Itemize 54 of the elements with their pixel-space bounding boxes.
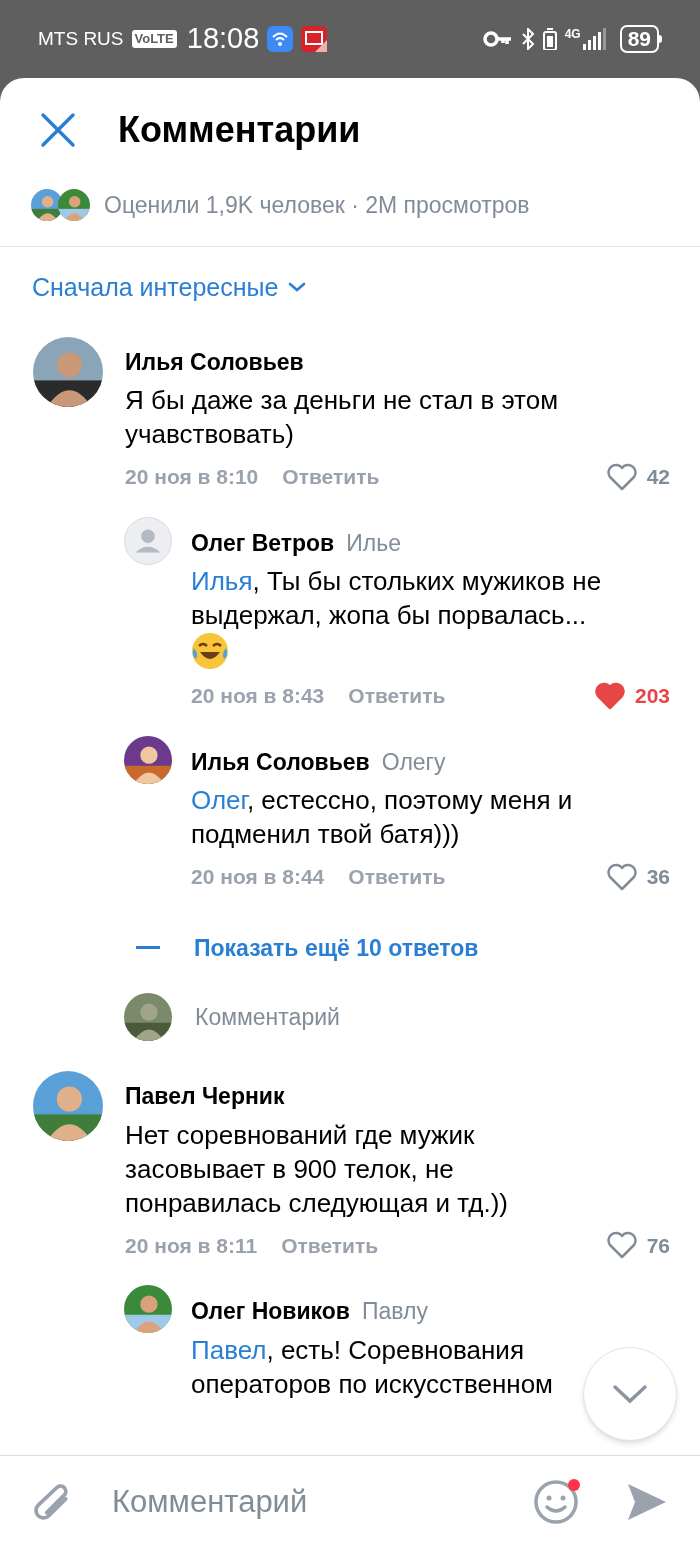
window-title: Комментарии [118, 108, 361, 152]
author-name[interactable]: Илья Соловьев [191, 744, 370, 779]
like-button[interactable]: 36 [606, 861, 670, 893]
reply-link[interactable]: Ответить [348, 861, 446, 893]
like-button[interactable]: 203 [594, 680, 670, 712]
comment-time: 20 ноя в 8:43 [191, 683, 325, 709]
avatar-icon [124, 516, 172, 565]
reply-to-name: Олегу [381, 747, 446, 777]
reply-to-name: Илье [346, 528, 401, 558]
close-button[interactable] [38, 110, 78, 150]
send-button[interactable] [626, 1482, 666, 1522]
clock: 18:08 [186, 21, 260, 57]
comment-text: Нет соревнований где мужик засовывает в 900 телок, не понравилась следующая и тд.)) [125, 1118, 509, 1220]
comment-time: 20 ноя в 8:10 [125, 464, 259, 490]
signal-icon [582, 28, 606, 50]
reply-link[interactable]: Ответить [282, 461, 380, 493]
battery-tip [659, 35, 662, 43]
like-button[interactable]: 76 [606, 1229, 670, 1261]
volte-badge: VoLTE [131, 30, 177, 48]
author-name[interactable]: Олег Ветров [191, 525, 335, 560]
comment-time: 20 ноя в 8:44 [191, 864, 325, 890]
comment-text: Олег, естессно, поэтому меня и подменил твой батя))) [191, 784, 574, 851]
paperclip-icon[interactable] [34, 1482, 70, 1522]
comment-input[interactable]: Комментарий [195, 999, 670, 1035]
bluetooth-icon [520, 28, 535, 50]
reply-to-name: Павлу [362, 1297, 428, 1326]
send-icon [626, 1482, 666, 1522]
key-icon [482, 29, 513, 49]
reply-link[interactable]: Ответить [348, 680, 446, 712]
reply-link[interactable]: Ответить [281, 1229, 379, 1261]
battery-level: 89 [619, 25, 659, 53]
network-type: 4G [564, 28, 581, 40]
chevron-down-icon [612, 1384, 648, 1404]
comment-input[interactable]: Комментарий [112, 1478, 534, 1526]
stats-text: Оценили 1,9K человек · 2M просмотров [104, 190, 530, 220]
like-button[interactable]: 42 [606, 461, 670, 493]
close-icon [40, 112, 76, 148]
app-notification-icon [301, 26, 328, 52]
comment-time: 20 ноя в 8:11 [125, 1232, 258, 1259]
mention-link[interactable]: Олег [191, 785, 247, 815]
carrier-name: MTS RUS [38, 26, 124, 51]
wifi-app-icon [267, 26, 294, 52]
author-name[interactable]: Павел Черник [125, 1079, 285, 1114]
chevron-down-icon [288, 282, 307, 294]
author-name[interactable]: Олег Новиков [191, 1294, 350, 1329]
comment-text: Я бы даже за деньги не стал в этом учавствовать) [125, 384, 560, 451]
comment-text: Илья, Ты бы стольких мужиков не выдержал, жопа бы порвалась... [191, 565, 603, 632]
mention-link[interactable]: Илья [191, 566, 253, 596]
show-more-replies-link[interactable]: Показать ещё 10 ответов [136, 930, 479, 965]
author-name[interactable]: Илья Соловьев [125, 344, 304, 379]
collapse-dash-icon [136, 946, 160, 950]
mention-link[interactable]: Павел [191, 1334, 267, 1365]
emoji-button[interactable] [534, 1478, 582, 1526]
sort-dropdown[interactable]: Сначала интересные [32, 269, 307, 307]
